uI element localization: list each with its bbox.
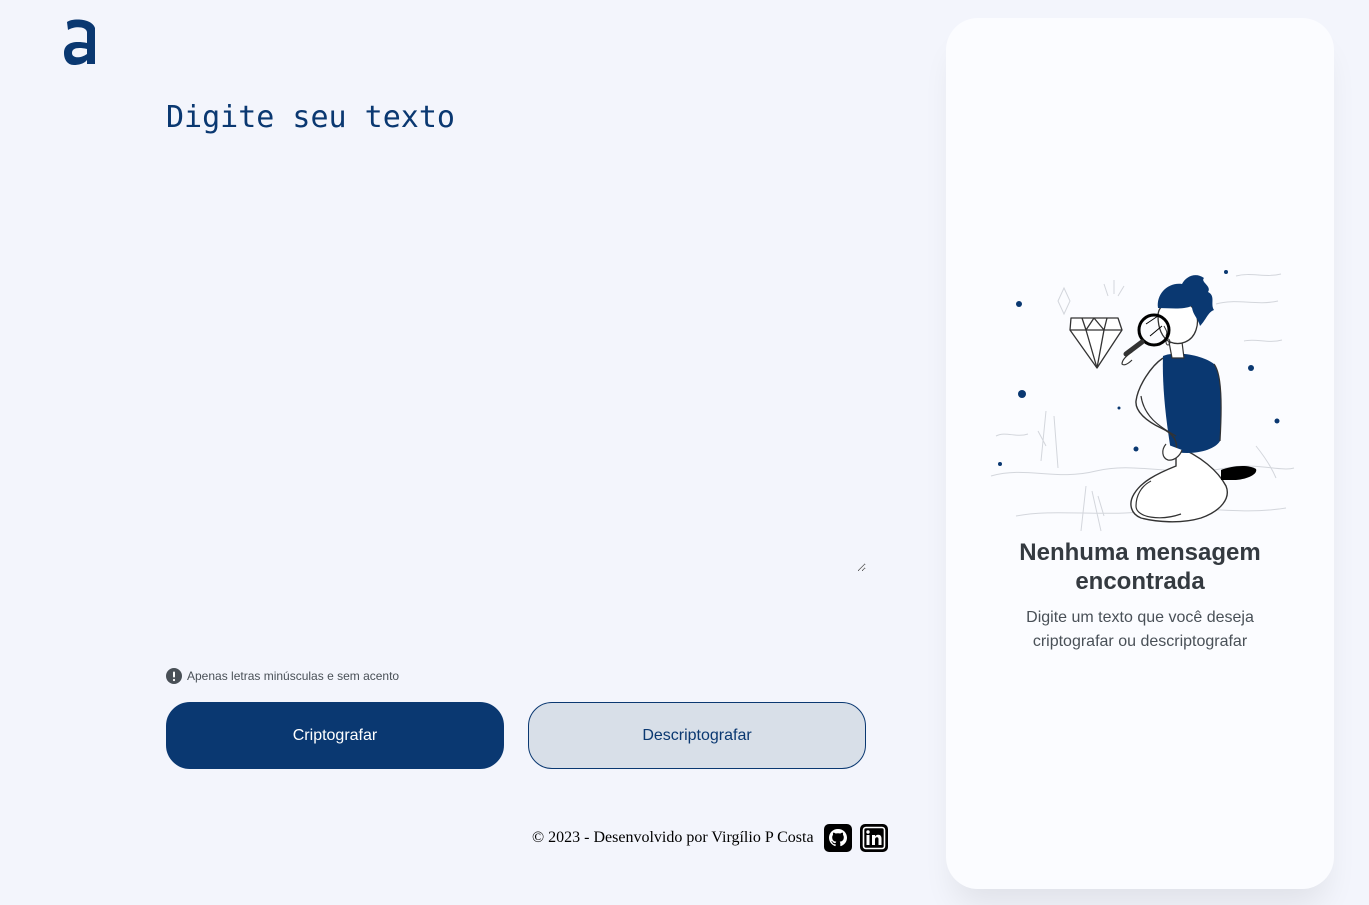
- encrypt-button[interactable]: Criptografar: [166, 702, 504, 769]
- output-panel: Nenhuma mensagem encontrada Digite um te…: [946, 18, 1334, 889]
- decrypt-button[interactable]: Descriptografar: [528, 702, 866, 769]
- input-hint: Apenas letras minúsculas e sem acento: [166, 668, 399, 684]
- footer: © 2023 - Desenvolvido por Virgílio P Cos…: [532, 824, 888, 852]
- empty-state-title: Nenhuma mensagem encontrada: [1019, 539, 1261, 595]
- decrypt-button-label: Descriptografar: [642, 726, 752, 744]
- github-icon[interactable]: [823, 824, 852, 852]
- linkedin-icon[interactable]: [859, 824, 888, 852]
- footer-credits: © 2023 - Desenvolvido por Virgílio P Cos…: [532, 829, 814, 846]
- empty-state-subtitle: Digite um texto que você deseja criptogr…: [1026, 609, 1254, 650]
- message-input[interactable]: [166, 100, 866, 572]
- alura-logo-icon: [64, 19, 95, 65]
- encrypt-button-label: Criptografar: [292, 726, 378, 744]
- person-with-magnifying-glass-illustration: [990, 270, 1295, 532]
- exclamation-circle-icon: [166, 668, 182, 684]
- hint-text: Apenas letras minúsculas e sem acento: [187, 669, 400, 683]
